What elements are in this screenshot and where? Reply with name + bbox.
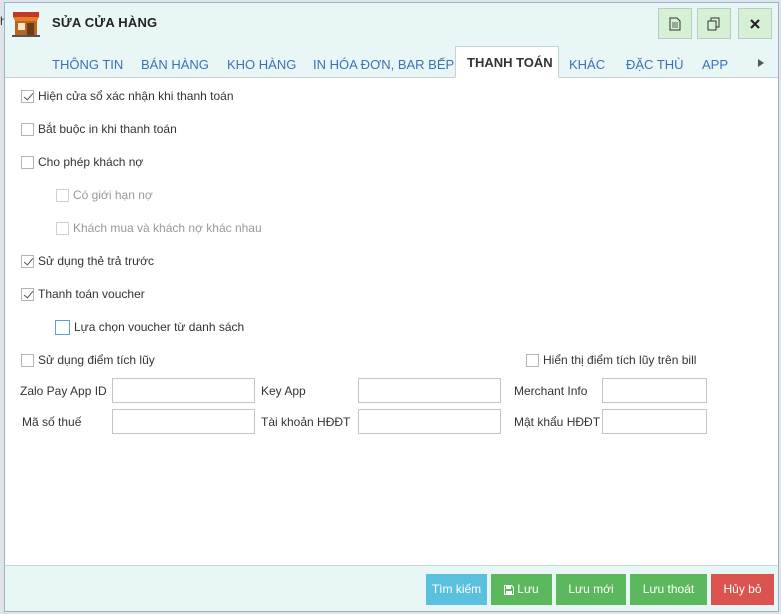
dialog-title: SỬA CỬA HÀNG: [52, 15, 158, 30]
dialog-titlebar[interactable]: SỬA CỬA HÀNG: [5, 3, 778, 45]
checkbox[interactable]: [21, 89, 34, 103]
checkbox[interactable]: [21, 353, 34, 367]
option-label: Hiện cửa sổ xác nhận khi thanh toán: [38, 89, 234, 103]
option-label: Cho phép khách nợ: [38, 155, 144, 169]
checkbox[interactable]: [21, 122, 34, 136]
option-label: Sử dụng thẻ trả trước: [38, 254, 154, 268]
tab-kho-hang[interactable]: KHO HÀNG: [227, 52, 296, 77]
tab-scroll-right-icon[interactable]: [758, 59, 764, 67]
option-voucher-payment[interactable]: Thanh toán voucher: [21, 285, 145, 303]
zalo-app-id-input[interactable]: [112, 378, 255, 403]
close-icon: [750, 18, 760, 29]
einvoice-account-input[interactable]: [358, 409, 501, 434]
option-prepaid-card[interactable]: Sử dụng thẻ trả trước: [21, 252, 154, 270]
tab-thong-tin[interactable]: THÔNG TIN: [52, 52, 123, 77]
checkbox[interactable]: [21, 287, 34, 301]
document-icon: [669, 17, 681, 30]
copy-button[interactable]: [697, 8, 731, 39]
option-confirm-payment[interactable]: Hiện cửa sổ xác nhận khi thanh toán: [21, 87, 234, 105]
merchant-info-label: Merchant Info: [514, 384, 588, 398]
option-label: Lựa chọn voucher từ danh sách: [74, 320, 245, 334]
save-button-label: Lưu: [517, 582, 539, 596]
checkbox: [56, 221, 69, 235]
tab-in-hoa-don[interactable]: IN HÓA ĐƠN, BAR BẾP: [313, 52, 454, 77]
checkbox[interactable]: [55, 319, 70, 335]
option-label: Hiển thị điểm tích lũy trên bill: [543, 353, 697, 367]
option-loyalty-points[interactable]: Sử dụng điểm tích lũy: [21, 351, 155, 369]
store-icon: [12, 12, 40, 37]
einvoice-password-label: Mật khẩu HĐĐT: [514, 415, 601, 429]
key-app-label: Key App: [261, 384, 306, 398]
checkbox: [56, 188, 69, 202]
option-force-print[interactable]: Bắt buộc in khi thanh toán: [21, 120, 177, 138]
option-label: Bắt buộc in khi thanh toán: [38, 122, 177, 136]
document-button[interactable]: [658, 8, 692, 39]
save-new-button-label: Lưu mới: [568, 582, 614, 596]
checkbox[interactable]: [526, 353, 539, 367]
tab-bar: THÔNG TIN BÁN HÀNG KHO HÀNG IN HÓA ĐƠN, …: [5, 45, 778, 78]
option-label: Sử dụng điểm tích lũy: [38, 353, 155, 367]
tax-code-input[interactable]: [112, 409, 255, 434]
tab-ban-hang[interactable]: BÁN HÀNG: [141, 52, 209, 77]
tab-thanh-toan[interactable]: THANH TOÁN: [455, 46, 559, 78]
save-icon: [504, 584, 515, 595]
checkbox[interactable]: [21, 155, 34, 169]
tax-code-label: Mã số thuế: [22, 415, 82, 429]
tab-app[interactable]: APP: [702, 52, 728, 77]
key-app-input[interactable]: [358, 378, 501, 403]
tab-dac-thu[interactable]: ĐẶC THÙ: [626, 52, 684, 77]
einvoice-account-label: Tài khoản HĐĐT: [261, 415, 351, 429]
save-exit-button[interactable]: Lưu thoát: [630, 574, 707, 605]
cancel-button-label: Hủy bỏ: [723, 582, 762, 596]
option-allow-debt[interactable]: Cho phép khách nợ: [21, 153, 143, 171]
save-button[interactable]: Lưu: [491, 574, 552, 605]
option-label: Thanh toán voucher: [38, 287, 145, 301]
save-new-button[interactable]: Lưu mới: [556, 574, 626, 605]
option-label: Khách mua và khách nợ khác nhau: [73, 221, 262, 235]
search-button[interactable]: Tìm kiếm: [426, 574, 487, 605]
copy-icon: [707, 17, 720, 30]
option-separate-debtor: Khách mua và khách nợ khác nhau: [56, 219, 262, 237]
cancel-button[interactable]: Hủy bỏ: [711, 574, 774, 605]
search-button-label: Tìm kiếm: [431, 582, 482, 596]
checkbox[interactable]: [21, 254, 34, 268]
dialog-footer: Tìm kiếm Lưu Lưu mới Lưu thoát Hủy bỏ: [5, 565, 778, 611]
zalo-app-id-label: Zalo Pay App ID: [20, 384, 107, 398]
einvoice-password-input[interactable]: [602, 409, 707, 434]
option-voucher-from-list[interactable]: Lựa chọn voucher từ danh sách: [55, 318, 244, 336]
close-button[interactable]: [738, 8, 772, 39]
merchant-info-input[interactable]: [602, 378, 707, 403]
save-exit-button-label: Lưu thoát: [642, 582, 695, 596]
edit-store-dialog: SỬA CỬA HÀNG THÔNG TIN BÁN HÀNG KHO HÀNG…: [4, 2, 779, 612]
option-label: Có giới hạn nợ: [73, 188, 153, 202]
tab-khac[interactable]: KHÁC: [569, 52, 605, 77]
option-show-points-on-bill[interactable]: Hiển thị điểm tích lũy trên bill: [526, 351, 696, 369]
option-debt-limit: Có giới hạn nợ: [56, 186, 153, 204]
